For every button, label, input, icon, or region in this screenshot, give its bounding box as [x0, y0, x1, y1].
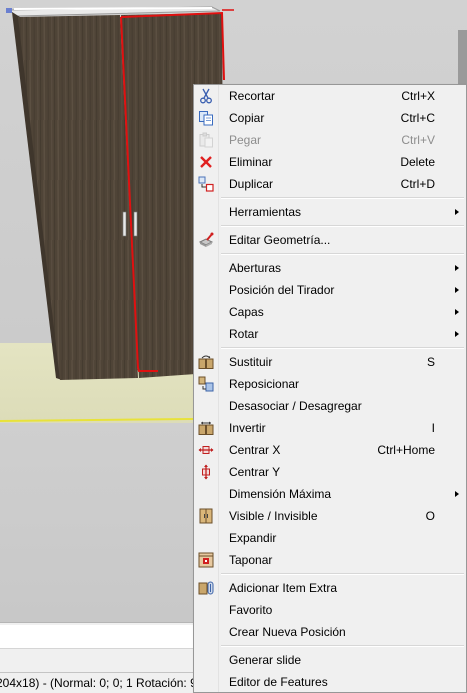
menu-item-adicionar-item-extra[interactable]: Adicionar Item Extra — [194, 577, 466, 599]
add-extra-item-icon — [198, 580, 214, 596]
menu-item-duplicar[interactable]: Duplicar Ctrl+D — [194, 173, 466, 195]
menu-item-label: Capas — [229, 305, 264, 319]
left-door-handle — [122, 211, 127, 237]
menu-item-herramientas[interactable]: Herramientas — [194, 201, 466, 223]
menu-item-eliminar[interactable]: Eliminar Delete — [194, 151, 466, 173]
menu-item-shortcut: I — [431, 421, 435, 435]
menu-item-editor-de-features[interactable]: Editor de Features — [194, 671, 466, 692]
menu-item-label: Reposicionar — [229, 377, 300, 391]
menu-item-pegar: Pegar Ctrl+V — [194, 129, 466, 151]
menu-item-desasociar-desagregar[interactable]: Desasociar / Desagregar — [194, 395, 466, 417]
menu-item-label: Herramientas — [229, 205, 302, 219]
menu-item-label: Editor de Features — [229, 675, 328, 689]
copy-icon — [198, 110, 214, 126]
submenu-arrow-icon — [455, 491, 459, 497]
paste-icon — [198, 132, 214, 148]
submenu-arrow-icon — [455, 331, 459, 337]
menu-item-centrar-y[interactable]: Centrar Y — [194, 461, 466, 483]
menu-item-label: Crear Nueva Posición — [229, 625, 346, 639]
submenu-arrow-icon — [455, 287, 459, 293]
visibility-icon — [198, 508, 214, 524]
menu-item-label: Aberturas — [229, 261, 282, 275]
plug-icon — [198, 552, 214, 568]
substitute-icon — [198, 354, 214, 370]
menu-item-aberturas[interactable]: Aberturas — [194, 257, 466, 279]
menu-item-label: Copiar — [229, 111, 265, 125]
menu-item-generar-slide[interactable]: Generar slide — [194, 649, 466, 671]
delete-icon — [198, 154, 214, 170]
menu-item-label: Recortar — [229, 89, 276, 103]
menu-item-capas[interactable]: Capas — [194, 301, 466, 323]
menu-item-shortcut: Delete — [400, 155, 435, 169]
right-door-handle — [133, 211, 138, 237]
submenu-arrow-icon — [455, 309, 459, 315]
menu-item-label: Adicionar Item Extra — [229, 581, 338, 595]
menu-item-crear-nueva-posicion[interactable]: Crear Nueva Posición — [194, 621, 466, 643]
menu-item-shortcut: Ctrl+X — [401, 89, 435, 103]
status-text: 204x18) - (Normal: 0; 0; 1 Rotación: 90 — [0, 676, 204, 690]
menu-item-taponar[interactable]: Taponar — [194, 549, 466, 571]
menu-item-invertir[interactable]: Invertir I — [194, 417, 466, 439]
center-y-icon — [198, 464, 214, 480]
menu-item-visible-invisible[interactable]: Visible / Invisible O — [194, 505, 466, 527]
menu-item-label: Pegar — [229, 133, 262, 147]
menu-item-shortcut: Ctrl+Home — [377, 443, 435, 457]
menu-item-label: Invertir — [229, 421, 266, 435]
menu-item-label: Desasociar / Desagregar — [229, 399, 362, 413]
menu-item-label: Centrar X — [229, 443, 281, 457]
center-x-icon — [198, 442, 214, 458]
menu-item-shortcut: Ctrl+V — [401, 133, 435, 147]
menu-item-shortcut: S — [426, 355, 435, 369]
menu-item-label: Editar Geometría... — [229, 233, 331, 247]
menu-item-sustituir[interactable]: Sustituir S — [194, 351, 466, 373]
menu-item-copiar[interactable]: Copiar Ctrl+C — [194, 107, 466, 129]
scissors-icon — [198, 88, 214, 104]
menu-item-dimension-maxima[interactable]: Dimensión Máxima — [194, 483, 466, 505]
menu-item-reposicionar[interactable]: Reposicionar — [194, 373, 466, 395]
reposition-icon — [198, 376, 214, 392]
menu-item-label: Rotar — [229, 327, 259, 341]
menu-item-label: Favorito — [229, 603, 273, 617]
menu-item-centrar-x[interactable]: Centrar X Ctrl+Home — [194, 439, 466, 461]
menu-item-editar-geometria[interactable]: Editar Geometría... — [194, 229, 466, 251]
menu-item-label: Eliminar — [229, 155, 273, 169]
menu-item-shortcut: Ctrl+D — [400, 177, 435, 191]
menu-item-label: Duplicar — [229, 177, 274, 191]
menu-item-label: Expandir — [229, 531, 277, 545]
submenu-arrow-icon — [455, 209, 459, 215]
edit-geometry-icon — [198, 232, 214, 248]
menu-item-label: Visible / Invisible — [229, 509, 318, 523]
submenu-arrow-icon — [455, 265, 459, 271]
menu-item-expandir[interactable]: Expandir — [194, 527, 466, 549]
menu-item-label: Posición del Tirador — [229, 283, 335, 297]
menu-item-label: Dimensión Máxima — [229, 487, 332, 501]
context-menu[interactable]: Recortar Ctrl+X Copiar Ctrl+C Pegar Ctrl+V Eli… — [193, 84, 467, 693]
menu-item-label: Centrar Y — [229, 465, 281, 479]
menu-item-shortcut: Ctrl+C — [400, 111, 435, 125]
menu-item-favorito[interactable]: Favorito — [194, 599, 466, 621]
menu-item-label: Taponar — [229, 553, 273, 567]
menu-item-label: Generar slide — [229, 653, 302, 667]
menu-item-posicion-del-tirador[interactable]: Posición del Tirador — [194, 279, 466, 301]
menu-item-rotar[interactable]: Rotar — [194, 323, 466, 345]
menu-item-shortcut: O — [425, 509, 435, 523]
invert-icon — [198, 420, 214, 436]
menu-item-label: Sustituir — [229, 355, 273, 369]
duplicate-icon — [198, 176, 214, 192]
menu-item-recortar[interactable]: Recortar Ctrl+X — [194, 85, 466, 107]
